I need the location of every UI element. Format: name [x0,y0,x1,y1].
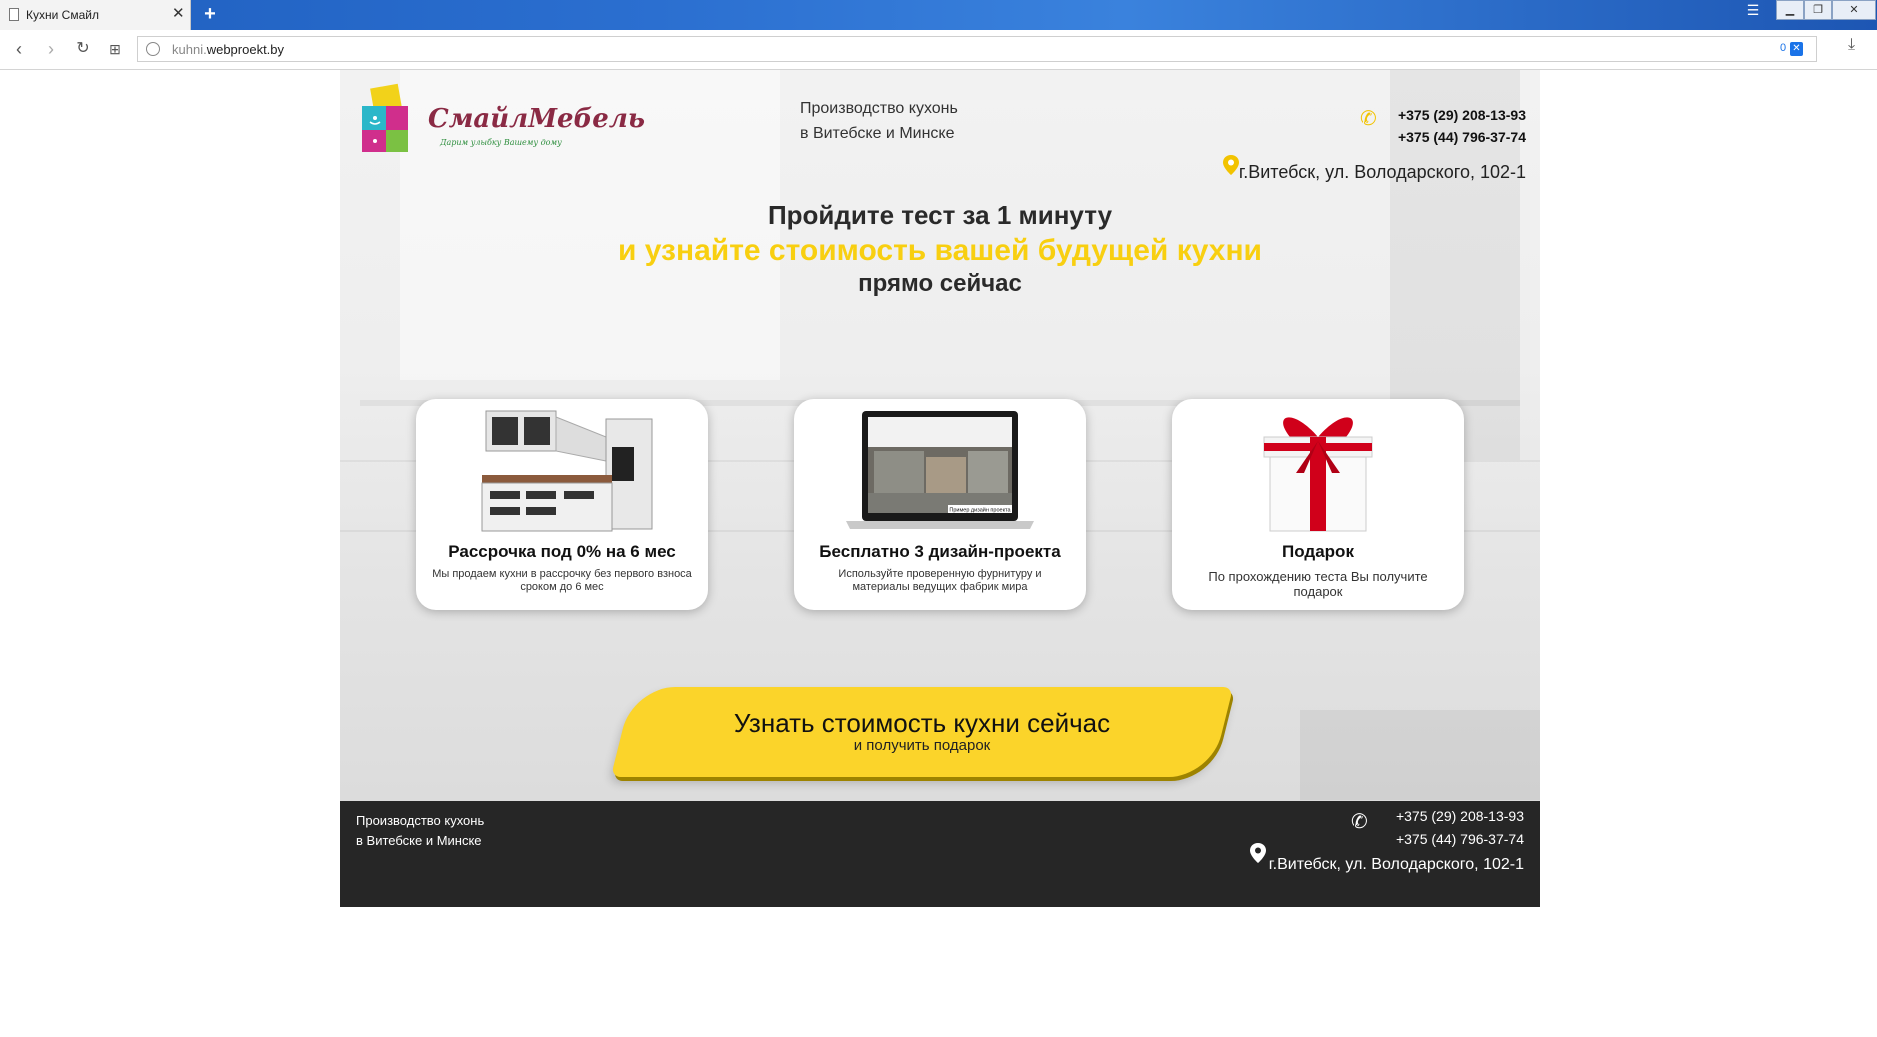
grid-icon[interactable]: ⊞ [104,38,126,60]
close-icon[interactable]: ✕ [172,5,185,23]
footer-production-text: Производство кухонь в Витебске и Минске [356,813,485,848]
card-title: Рассрочка под 0% на 6 мес [448,542,676,561]
header-address: г.Витебск, ул. Володарского, 102-1 [1238,162,1526,182]
document-icon [9,8,19,21]
image-caption: Пример дизайн проекта [949,507,1011,514]
phone-icon: ✆ [1360,108,1377,130]
card-installment: Рассрочка под 0% на 6 мес Мы продаем кух… [416,399,708,610]
header-phone-2[interactable]: +375 (44) 796-37-74 [1398,126,1526,148]
footer: Производство кухонь в Витебске и Минске … [340,801,1540,907]
bg-cabinet [1300,710,1540,800]
blocked-count-badge: 0 [1780,42,1787,54]
card-gift: Подарок По прохождению теста Вы получите… [1172,399,1464,610]
address-bar[interactable]: kuhni.webproekt.by 0 ✕ ♡ [137,36,1817,62]
footer-phone-1[interactable]: +375 (29) 208-13-93 [1396,805,1524,828]
browser-tab[interactable]: Кухни Смайл ✕ [0,0,191,30]
card-title: Бесплатно 3 дизайн-проекта [819,542,1061,561]
browser-toolbar: ‹ › ↻ ⊞ kuhni.webproekt.by 0 ✕ ♡ ⤓ [0,30,1877,70]
header-phones: +375 (29) 208-13-93 +375 (44) 796-37-74 [1398,104,1526,148]
map-pin-icon [1223,155,1239,175]
url-text[interactable]: kuhni.webproekt.by [172,42,284,57]
reload-icon[interactable]: ↻ [72,38,94,60]
plus-icon[interactable]: + [200,3,220,25]
hero-headline-1: Пройдите тест за 1 минуту [767,200,1113,230]
hero-headline-2: и узнайте стоимость вашей будущей кухни [617,234,1263,267]
phone-icon: ✆ [1351,811,1368,833]
minimize-icon[interactable]: ▁ [1776,0,1804,20]
forward-icon[interactable]: › [40,38,62,60]
download-icon[interactable]: ⤓ [1848,36,1855,54]
kitchen-image [481,410,653,532]
footer-phones: +375 (29) 208-13-93 +375 (44) 796-37-74 [1396,805,1524,851]
card-title: Подарок [1282,542,1354,561]
logo-text: СмайлМебель [428,104,646,134]
logo-mark-icon [362,83,408,152]
browser-titlebar: Кухни Смайл ✕ + ☰ ▁ ❐ ✕ [0,0,1877,30]
maximize-icon[interactable]: ❐ [1804,0,1832,20]
close-window-button[interactable]: ✕ [1832,0,1876,20]
footer-phone-2[interactable]: +375 (44) 796-37-74 [1396,828,1524,851]
map-pin-icon [1250,843,1266,863]
menu-icon[interactable]: ☰ [1744,2,1762,18]
logo[interactable]: СмайлМебель Дарим улыбку Вашему дому [358,82,645,162]
logo-slogan: Дарим улыбку Вашему дому [440,138,562,147]
tab-title: Кухни Смайл [26,8,99,22]
back-icon[interactable]: ‹ [8,38,30,60]
hero-headline-3: прямо сейчас [858,270,1022,297]
globe-icon [146,42,160,56]
header-production-text: Производство кухонь в Витебске и Минске [800,100,958,142]
cta-title[interactable]: Узнать стоимость кухни сейчас [622,708,1222,739]
shield-icon[interactable]: ✕ [1790,42,1803,56]
landing-page: СмайлМебель Дарим улыбку Вашему дому Про… [340,70,1540,907]
laptop-image: Пример дизайн проекта [846,411,1034,529]
cta-subtitle[interactable]: и получить подарок [622,737,1222,754]
gift-box-image [1263,417,1373,532]
card-description: По прохождению теста Вы получите подарок [1208,569,1428,599]
footer-address: г.Витебск, ул. Володарского, 102-1 [1268,856,1524,873]
header-phone-1[interactable]: +375 (29) 208-13-93 [1398,104,1526,126]
hero-section: СмайлМебель Дарим улыбку Вашему дому Про… [340,70,1540,801]
card-design: Пример дизайн проекта Бесплатно 3 дизайн… [794,399,1086,610]
card-description: Используйте проверенную фурнитуру и мате… [838,568,1042,593]
card-description: Мы продаем кухни в рассрочку без первого… [432,568,692,593]
